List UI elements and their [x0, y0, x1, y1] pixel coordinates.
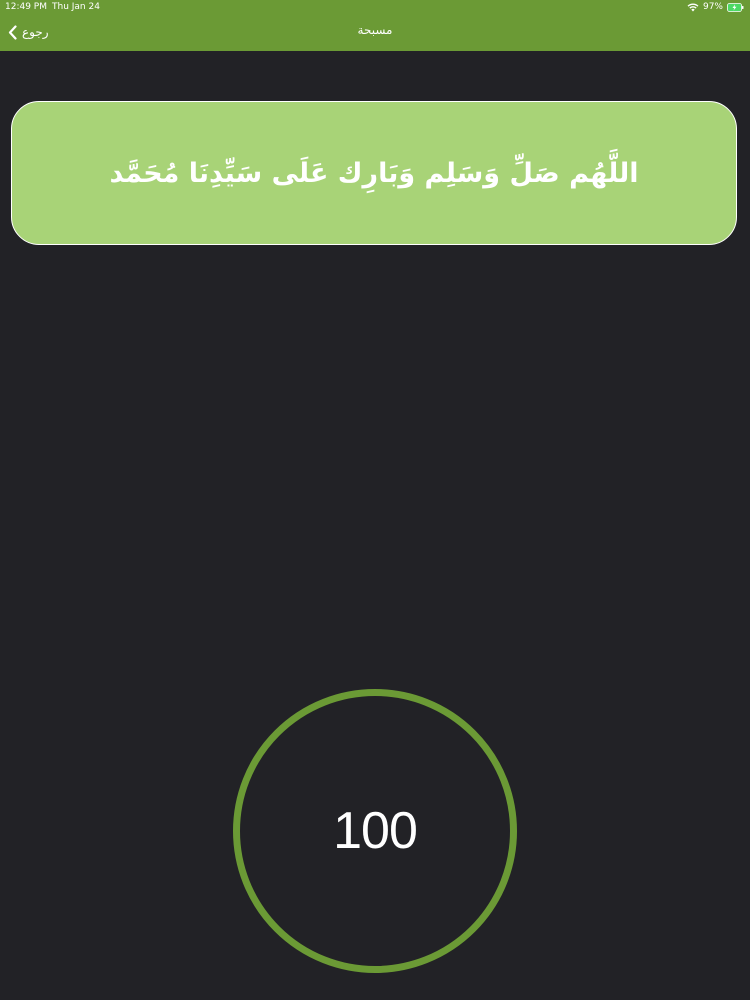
dhikr-card: اللَّهُم صَلِّ وَسَلِم وَبَارِك عَلَى سَ…: [11, 101, 737, 245]
counter-value: 100: [333, 802, 418, 860]
status-indicators: 97%: [687, 0, 744, 14]
dhikr-text: اللَّهُم صَلِّ وَسَلِم وَبَارِك عَلَى سَ…: [109, 157, 639, 189]
wifi-icon: [687, 3, 699, 12]
page-title: مسبحة: [357, 23, 393, 37]
navigation-bar: رجوع مسبحة: [0, 14, 750, 51]
status-date: Thu Jan 24: [52, 2, 100, 12]
battery-percent: 97%: [702, 2, 723, 12]
battery-charging-icon: [727, 2, 744, 12]
status-bar: 12:49 PM Thu Jan 24 97%: [0, 0, 750, 14]
tasbih-counter-button[interactable]: 100: [233, 689, 517, 973]
status-time: 12:49 PM: [5, 2, 47, 12]
top-bar: 12:49 PM Thu Jan 24 97% رجوع مسبحة: [0, 0, 750, 51]
tasbih-screen: 12:49 PM Thu Jan 24 97% رجوع مسبحة اللَّ…: [0, 0, 750, 1000]
